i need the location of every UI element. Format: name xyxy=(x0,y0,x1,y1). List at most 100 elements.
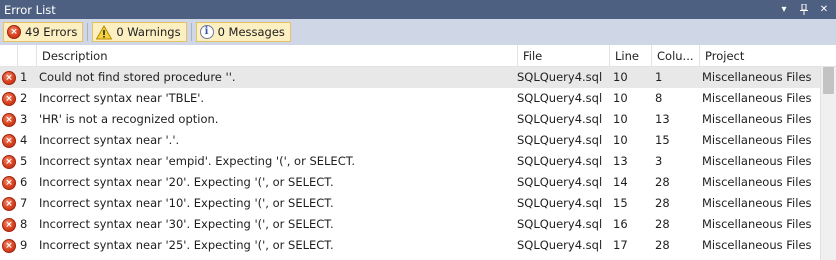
error-rows: × 1 Could not find stored procedure ''. SQL… xyxy=(0,67,820,260)
row-description: Incorrect syntax near '10'. Expecting '(… xyxy=(39,196,334,210)
row-number: 1 xyxy=(20,70,28,84)
errors-filter-label: 49 Errors xyxy=(25,25,78,39)
row-line: 17 xyxy=(613,238,628,252)
error-icon: × xyxy=(2,155,16,169)
row-file: SQLQuery4.sql xyxy=(517,112,603,126)
column-header-number[interactable] xyxy=(17,45,36,67)
row-description: Incorrect syntax near '25'. Expecting '(… xyxy=(39,238,334,252)
messages-filter-button[interactable]: i 0 Messages xyxy=(195,22,291,42)
column-header-column[interactable]: Colu... xyxy=(651,45,699,67)
error-list-window: Error List ▾ ✕ × 49 Errors 0 Warnings i … xyxy=(0,0,836,260)
column-header-icon[interactable] xyxy=(0,45,17,67)
row-column: 28 xyxy=(655,238,670,252)
row-file: SQLQuery4.sql xyxy=(517,133,603,147)
row-line: 13 xyxy=(613,154,628,168)
table-row[interactable]: × 1 Could not find stored procedure ''. SQL… xyxy=(0,67,820,88)
error-icon: × xyxy=(2,176,16,190)
error-icon: × xyxy=(2,218,16,232)
row-number: 3 xyxy=(20,112,28,126)
row-project: Miscellaneous Files xyxy=(702,154,812,168)
column-header-project[interactable]: Project xyxy=(699,45,836,67)
row-file: SQLQuery4.sql xyxy=(517,175,603,189)
row-line: 14 xyxy=(613,175,628,189)
vertical-scrollbar[interactable] xyxy=(820,67,836,260)
row-line: 16 xyxy=(613,217,628,231)
row-number: 4 xyxy=(20,133,28,147)
row-project: Miscellaneous Files xyxy=(702,133,812,147)
title-bar: Error List ▾ ✕ xyxy=(0,0,836,19)
table-row[interactable]: × 6 Incorrect syntax near '20'. Expecting … xyxy=(0,172,820,193)
row-file: SQLQuery4.sql xyxy=(517,238,603,252)
row-line: 15 xyxy=(613,196,628,210)
row-description: Incorrect syntax near '30'. Expecting '(… xyxy=(39,217,334,231)
row-column: 15 xyxy=(655,133,670,147)
close-icon[interactable]: ✕ xyxy=(818,4,830,16)
row-column: 8 xyxy=(655,91,663,105)
filter-toolbar: × 49 Errors 0 Warnings i 0 Messages xyxy=(0,19,836,45)
warnings-filter-button[interactable]: 0 Warnings xyxy=(92,22,187,42)
row-project: Miscellaneous Files xyxy=(702,91,812,105)
row-column: 28 xyxy=(655,196,670,210)
error-icon: × xyxy=(2,92,16,106)
row-file: SQLQuery4.sql xyxy=(517,217,603,231)
window-controls: ▾ ✕ xyxy=(778,4,830,16)
row-column: 28 xyxy=(655,175,670,189)
row-number: 8 xyxy=(20,217,28,231)
row-number: 7 xyxy=(20,196,28,210)
error-icon: × xyxy=(2,197,16,211)
row-file: SQLQuery4.sql xyxy=(517,91,603,105)
row-project: Miscellaneous Files xyxy=(702,196,812,210)
row-number: 5 xyxy=(20,154,28,168)
row-column: 3 xyxy=(655,154,663,168)
column-header-file[interactable]: File xyxy=(517,45,609,67)
error-icon: × xyxy=(2,71,16,85)
row-description: Incorrect syntax near 'TBLE'. xyxy=(39,91,205,105)
row-line: 10 xyxy=(613,133,628,147)
row-project: Miscellaneous Files xyxy=(702,238,812,252)
window-position-dropdown-icon[interactable]: ▾ xyxy=(778,4,790,16)
warnings-filter-label: 0 Warnings xyxy=(116,25,181,39)
toolbar-separator xyxy=(190,23,192,41)
error-icon: × xyxy=(2,134,16,148)
row-number: 6 xyxy=(20,175,28,189)
table-row[interactable]: × 3 'HR' is not a recognized option. SQLQue… xyxy=(0,109,820,130)
toolbar-separator xyxy=(87,23,89,41)
row-column: 1 xyxy=(655,70,663,84)
table-row[interactable]: × 5 Incorrect syntax near 'empid'. Expecti… xyxy=(0,151,820,172)
scrollbar-thumb[interactable] xyxy=(823,67,834,94)
table-row[interactable]: × 4 Incorrect syntax near '.'. SQLQuery4.sq… xyxy=(0,130,820,151)
error-grid: Description File Line Colu... Project × 1… xyxy=(0,45,836,260)
error-icon: × xyxy=(7,25,21,39)
auto-hide-pin-icon[interactable] xyxy=(798,4,810,16)
table-row[interactable]: × 9 Incorrect syntax near '25'. Expecting … xyxy=(0,235,820,256)
row-description: Incorrect syntax near '.'. xyxy=(39,133,180,147)
column-header-row: Description File Line Colu... Project xyxy=(0,45,836,67)
row-file: SQLQuery4.sql xyxy=(517,154,603,168)
row-project: Miscellaneous Files xyxy=(702,175,812,189)
info-icon: i xyxy=(199,25,214,39)
column-header-line[interactable]: Line xyxy=(609,45,651,67)
messages-filter-label: 0 Messages xyxy=(217,25,285,39)
error-icon: × xyxy=(2,113,16,127)
window-title: Error List xyxy=(4,2,56,17)
row-project: Miscellaneous Files xyxy=(702,70,812,84)
row-file: SQLQuery4.sql xyxy=(517,196,603,210)
row-line: 10 xyxy=(613,112,628,126)
row-file: SQLQuery4.sql xyxy=(517,70,603,84)
table-row[interactable]: × 7 Incorrect syntax near '10'. Expecting … xyxy=(0,193,820,214)
table-row[interactable]: × 2 Incorrect syntax near 'TBLE'. SQLQuery4… xyxy=(0,88,820,109)
row-project: Miscellaneous Files xyxy=(702,112,812,126)
row-column: 28 xyxy=(655,217,670,231)
errors-filter-button[interactable]: × 49 Errors xyxy=(3,22,84,42)
row-description: Incorrect syntax near 'empid'. Expecting… xyxy=(39,154,356,168)
row-number: 9 xyxy=(20,238,28,252)
row-description: Could not find stored procedure ''. xyxy=(39,70,236,84)
row-description: Incorrect syntax near '20'. Expecting '(… xyxy=(39,175,334,189)
row-column: 13 xyxy=(655,112,670,126)
table-row[interactable]: × 8 Incorrect syntax near '30'. Expecting … xyxy=(0,214,820,235)
error-icon: × xyxy=(2,239,16,253)
row-line: 10 xyxy=(613,91,628,105)
row-line: 10 xyxy=(613,70,628,84)
column-header-description[interactable]: Description xyxy=(36,45,517,67)
row-number: 2 xyxy=(20,91,28,105)
